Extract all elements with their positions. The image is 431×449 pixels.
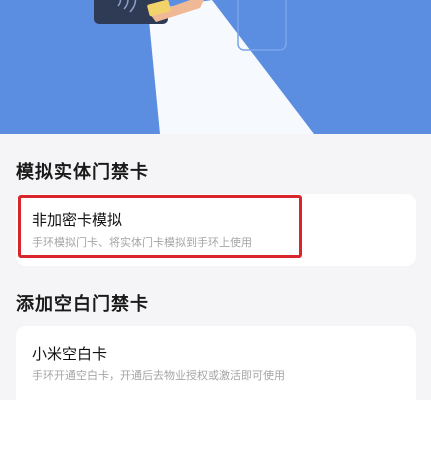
section-title-simulate: 模拟实体门禁卡 [16, 162, 149, 183]
section-title-blank-card: 添加空白门禁卡 [16, 294, 149, 315]
highlight-box [18, 195, 302, 258]
card-xiaomi-blank[interactable]: 小米空白卡 手环开通空白卡，开通后去物业授权或激活即可使用 [16, 326, 416, 400]
hero-banner [0, 0, 431, 134]
nfc-card-page: 模拟实体门禁卡 非加密卡模拟 手环模拟门卡、将实体门卡模拟到手环上使用 添加空白… [0, 0, 431, 400]
bottom-blank-area [0, 400, 431, 449]
card-title: 小米空白卡 [32, 345, 108, 363]
card-subtitle: 手环开通空白卡，开通后去物业授权或激活即可使用 [32, 369, 285, 382]
card-reader-illustration-icon [94, 0, 314, 134]
